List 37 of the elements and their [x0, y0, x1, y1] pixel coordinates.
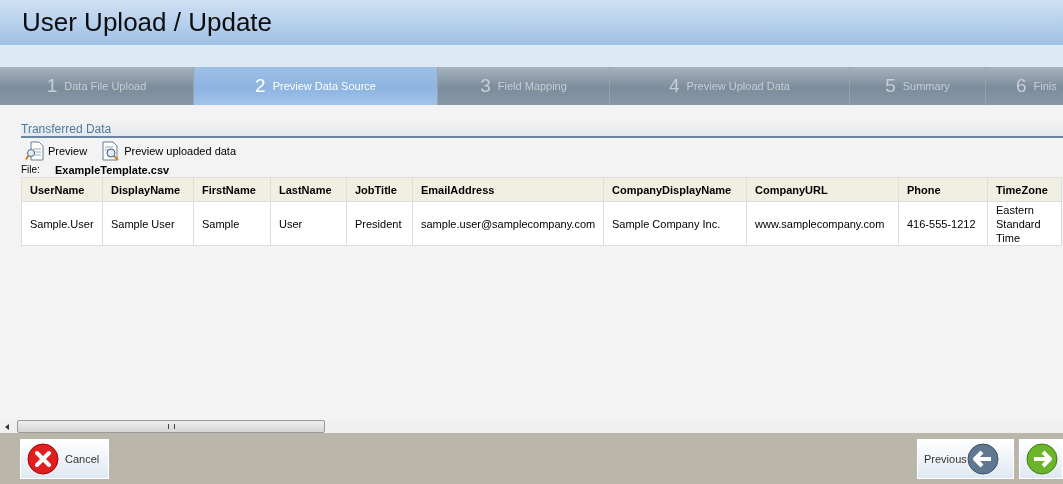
table-cell: Eastern Standard Time [987, 201, 1062, 246]
column-header: CompanyURL [746, 177, 899, 202]
cancel-button[interactable]: Cancel [20, 438, 109, 479]
wizard-step-tab[interactable]: 4 Preview Upload Data [610, 67, 850, 105]
wizard-step-tab[interactable]: 2 Preview Data Source [194, 67, 438, 105]
column-header: JobTitle [346, 177, 413, 202]
table-cell: www.samplecompany.com [746, 201, 899, 246]
table-cell: Sample [193, 201, 271, 246]
preview-button[interactable]: Preview [25, 141, 88, 161]
wizard-step-tab[interactable]: 3 Field Mapping [438, 67, 610, 105]
column-header: FirstName [193, 177, 271, 202]
table-cell: Sample Company Inc. [603, 201, 747, 246]
column-header: LastName [270, 177, 347, 202]
document-magnifier-icon [25, 141, 45, 161]
column-header: Phone [898, 177, 988, 202]
page-title: User Upload / Update [22, 7, 273, 38]
wizard-step-tab[interactable]: 5 Summary [850, 67, 986, 105]
table-cell: Sample.User [21, 201, 103, 246]
column-header: EmailAddress [412, 177, 604, 202]
scrollbar-thumb[interactable] [17, 420, 325, 433]
previous-button[interactable]: Previous [917, 438, 1014, 479]
file-name: ExampleTemplate.csv [55, 163, 170, 176]
table-cell: 416-555-1212 [898, 201, 988, 246]
preview-button[interactable]: Preview uploaded data [101, 141, 237, 161]
wizard-step-tab[interactable]: 6 Finis [986, 67, 1063, 105]
column-header: CompanyDisplayName [603, 177, 747, 202]
table-cell: sample.user@samplecompany.com [412, 201, 604, 246]
column-header: DisplayName [102, 177, 194, 202]
next-button[interactable] [1019, 438, 1063, 479]
column-header: TimeZone [987, 177, 1062, 202]
table-cell: Sample User [102, 201, 194, 246]
column-header: UserName [21, 177, 103, 202]
section-title: Transferred Data [21, 122, 112, 136]
table-cell: President [346, 201, 413, 246]
file-label: File: [21, 164, 41, 175]
close-icon [27, 442, 59, 475]
table-cell: User [270, 201, 347, 246]
